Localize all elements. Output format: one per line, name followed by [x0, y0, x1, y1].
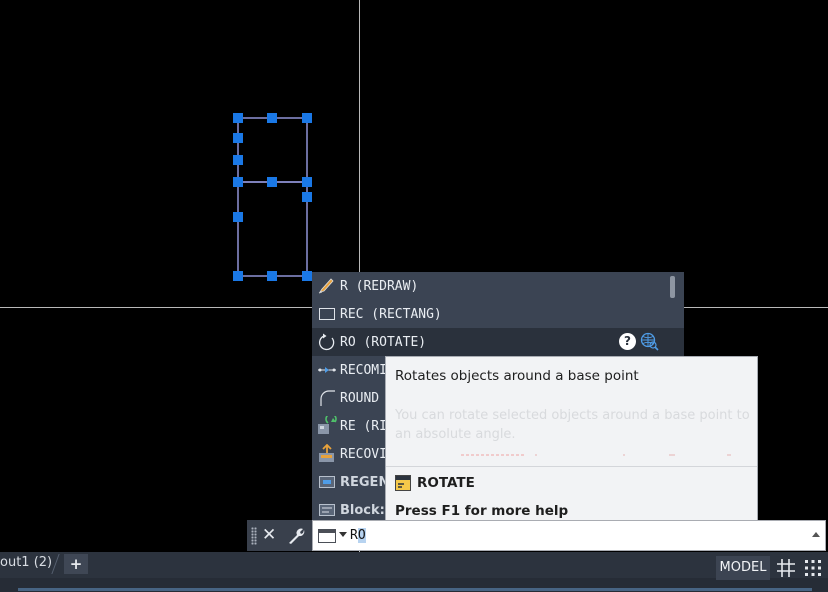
tooltip-description: You can rotate selected objects around a… [395, 408, 750, 442]
model-space-button[interactable]: MODEL [716, 556, 770, 580]
redraw-icon [316, 276, 338, 296]
tab-layout[interactable]: out1 (2) [0, 552, 57, 576]
tooltip-command-name: ROTATE [417, 475, 475, 491]
tooltip-help-hint: Press F1 for more help [395, 503, 569, 519]
grip[interactable] [267, 271, 277, 281]
autocomplete-label: RE (RI [340, 418, 387, 434]
grips[interactable] [233, 113, 312, 281]
grip[interactable] [233, 155, 243, 165]
grip[interactable] [233, 133, 243, 143]
autocomplete-label: ROUND [340, 390, 380, 406]
regen-view-icon [316, 472, 338, 492]
command-input-text[interactable]: RO [350, 528, 366, 543]
tooltip-command: ROTATE [395, 475, 475, 491]
rectangle-top[interactable] [237, 117, 308, 183]
command-prompt-icon[interactable] [318, 529, 336, 543]
chevron-up-icon[interactable] [812, 532, 820, 537]
grip[interactable] [302, 271, 312, 281]
command-line-input[interactable]: RO [312, 520, 826, 551]
command-highlighted-text: O [357, 528, 366, 543]
command-line-toolbar[interactable]: ✕ [247, 520, 313, 551]
rectangle-icon [316, 304, 338, 324]
grip[interactable] [302, 113, 312, 123]
block-icon [316, 500, 338, 520]
command-tooltip: Rotates objects around a base point You … [385, 356, 758, 527]
grip[interactable] [267, 177, 277, 187]
help-icon[interactable]: ? [619, 333, 636, 350]
tooltip-separator [386, 466, 757, 467]
recover-icon [316, 444, 338, 464]
rotate-command-icon [395, 475, 411, 491]
autocomplete-label: R (REDRAW) [340, 278, 419, 294]
grip[interactable] [302, 177, 312, 187]
grip[interactable] [233, 212, 243, 222]
tooltip-image-strip [461, 454, 731, 456]
autocomplete-scrollbar[interactable] [670, 276, 675, 298]
fillet-icon [316, 388, 338, 408]
grid-icon[interactable] [776, 558, 796, 578]
close-icon[interactable]: ✕ [262, 527, 276, 544]
wrench-icon[interactable] [286, 526, 306, 546]
rectangle-bottom[interactable] [237, 181, 308, 277]
status-progress-line [18, 588, 812, 591]
drag-handle[interactable] [251, 526, 257, 545]
autocomplete-label: RECOMI [340, 362, 387, 378]
status-bar: out1 (2) + MODEL [0, 552, 828, 592]
grip[interactable] [302, 192, 312, 202]
add-layout-button[interactable]: + [64, 554, 88, 574]
chevron-down-icon[interactable] [339, 532, 347, 537]
autocomplete-label: RO (ROTATE) [340, 334, 427, 350]
grip[interactable] [267, 113, 277, 123]
regen-icon [316, 416, 338, 436]
autocomplete-label: RECOVI [340, 446, 387, 462]
grip[interactable] [233, 177, 243, 187]
autocomplete-item-rectang[interactable]: REC (RECTANG) [312, 300, 684, 328]
rotate-icon [316, 332, 338, 352]
autocomplete-item-rotate[interactable]: RO (ROTATE) ? [312, 328, 684, 356]
autocomplete-label: REGEN [340, 474, 390, 490]
web-search-icon[interactable] [640, 332, 660, 352]
autocomplete-label: REC (RECTANG) [340, 306, 442, 322]
recompute-icon [316, 360, 338, 380]
autocomplete-item-redraw[interactable]: R (REDRAW) [312, 272, 684, 300]
autocomplete-label: Block: [340, 502, 385, 518]
snap-icon[interactable] [803, 558, 823, 578]
grip[interactable] [233, 271, 243, 281]
selected-rectangles[interactable] [237, 117, 308, 277]
command-typed-text: R [350, 528, 358, 543]
tooltip-title: Rotates objects around a base point [395, 368, 639, 384]
grip[interactable] [233, 113, 243, 123]
